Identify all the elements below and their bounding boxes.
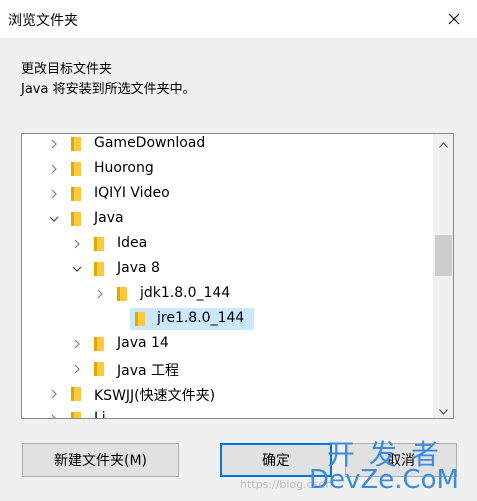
- tree-item[interactable]: Li...: [22, 408, 432, 419]
- title-bar: 浏览文件夹: [0, 0, 477, 38]
- ok-button[interactable]: 确定: [220, 443, 332, 477]
- tree-item[interactable]: Java 工程: [22, 358, 432, 380]
- folder-tree[interactable]: GameDownload Huorong IQIYI Video Java Idea Ja…: [21, 133, 454, 419]
- folder-icon: [134, 311, 148, 327]
- new-folder-button[interactable]: 新建文件夹(M): [22, 443, 179, 477]
- folder-icon: [93, 261, 107, 277]
- tree-item-label: Java: [94, 210, 124, 226]
- tree-item[interactable]: Java 14: [22, 333, 432, 355]
- tree-item-label: GameDownload: [94, 135, 206, 151]
- cancel-button[interactable]: 取消: [345, 443, 457, 477]
- instruction-text: Java 将安装到所选文件夹中。: [21, 82, 196, 97]
- folder-icon: [70, 386, 84, 402]
- chevron-right-icon[interactable]: [49, 139, 59, 149]
- chevron-right-icon[interactable]: [49, 164, 59, 174]
- chevron-down-icon: [438, 400, 448, 418]
- folder-icon: [70, 186, 84, 202]
- chevron-right-icon[interactable]: [49, 414, 59, 418]
- tree-item-label: Java 8: [117, 260, 160, 276]
- chevron-right-icon[interactable]: [49, 389, 59, 399]
- dialog-body: 更改目标文件夹 Java 将安装到所选文件夹中。 GameDownload Huo…: [0, 38, 477, 501]
- folder-icon: [70, 411, 84, 418]
- chevron-right-icon[interactable]: [49, 189, 59, 199]
- folder-icon: [70, 211, 84, 227]
- chevron-up-icon: [438, 134, 448, 152]
- window-title: 浏览文件夹: [8, 13, 78, 29]
- instruction-heading: 更改目标文件夹: [21, 62, 113, 77]
- tree-scrollbar[interactable]: [433, 134, 453, 418]
- scroll-down-button[interactable]: [433, 401, 453, 418]
- tree-item-label: jdk1.8.0_144: [140, 285, 231, 301]
- scroll-up-button[interactable]: [433, 134, 453, 151]
- chevron-right-icon[interactable]: [72, 339, 82, 349]
- tree-item[interactable]: Huorong: [22, 158, 432, 180]
- tree-item-label: Java 14: [117, 335, 169, 351]
- chevron-down-icon[interactable]: [72, 264, 82, 274]
- tree-item-label: Li...: [94, 410, 120, 419]
- folder-icon: [93, 236, 107, 252]
- chevron-right-icon[interactable]: [95, 289, 105, 299]
- tree-item-label: Huorong: [94, 160, 154, 176]
- tree-item-label: KSWJJ(快速文件夹): [94, 388, 216, 404]
- tree-item-label: jre1.8.0_144: [157, 310, 245, 326]
- scroll-thumb[interactable]: [435, 235, 452, 276]
- folder-icon: [70, 161, 84, 177]
- chevron-right-icon[interactable]: [72, 364, 82, 374]
- tree-item[interactable]: Idea: [22, 233, 432, 255]
- chevron-right-icon[interactable]: [72, 239, 82, 249]
- tree-item[interactable]: jre1.8.0_144: [130, 308, 254, 330]
- tree-item-label: Idea: [117, 235, 148, 251]
- tree-item[interactable]: jdk1.8.0_144: [22, 283, 432, 305]
- tree-item-label: Java 工程: [117, 363, 180, 379]
- watermark-url: https://blog.csdn: [240, 478, 333, 491]
- tree-item[interactable]: Java: [22, 208, 432, 230]
- close-button[interactable]: [431, 0, 477, 38]
- close-icon: [448, 10, 460, 29]
- folder-icon: [70, 136, 84, 152]
- tree-item-label: IQIYI Video: [94, 185, 170, 201]
- tree-item[interactable]: KSWJJ(快速文件夹): [22, 383, 432, 405]
- chevron-down-icon[interactable]: [49, 214, 59, 224]
- folder-icon: [116, 286, 130, 302]
- folder-icon: [93, 336, 107, 352]
- tree-item[interactable]: GameDownload: [22, 134, 432, 155]
- folder-icon: [93, 361, 107, 377]
- tree-item[interactable]: Java 8: [22, 258, 432, 280]
- tree-item[interactable]: IQIYI Video: [22, 183, 432, 205]
